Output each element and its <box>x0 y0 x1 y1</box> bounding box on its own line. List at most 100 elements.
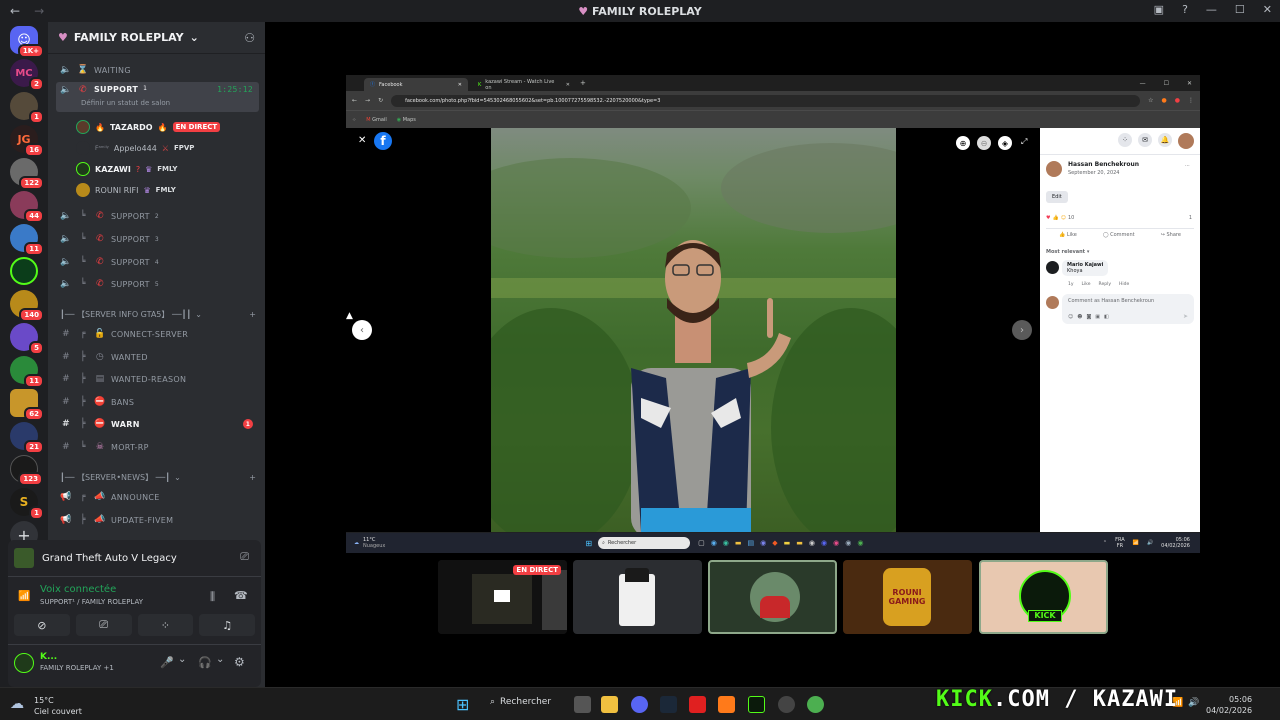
minimize-button[interactable]: — <box>1206 3 1217 16</box>
forward-arrow-icon[interactable]: → <box>365 97 370 104</box>
weather-widget[interactable]: 15°C Ciel couvert <box>34 695 82 717</box>
close-tab-icon[interactable]: ✕ <box>458 82 462 88</box>
comment-input[interactable]: Comment as Hassan Benchekroun ☺ ☻ ◙ ▣ ◧ ➤ <box>1062 294 1194 324</box>
file-explorer-icon[interactable] <box>601 696 618 713</box>
add-channel-icon[interactable]: + <box>249 310 256 319</box>
chrome-icon[interactable]: ◉ <box>857 539 863 547</box>
taskbar-search[interactable]: ⌕ Rechercher <box>490 697 551 707</box>
sticker-icon[interactable]: ◧ <box>1104 314 1109 320</box>
inbox-icon[interactable]: ▣ <box>1154 3 1164 16</box>
server-icon-rouni[interactable]: 140 <box>10 290 44 322</box>
server-icon-9[interactable]: 5 <box>10 323 44 355</box>
camera-off-button[interactable]: ⊘ <box>14 614 70 636</box>
help-icon[interactable]: ? <box>1182 3 1188 16</box>
add-channel-icon[interactable]: + <box>249 473 256 482</box>
channel-wanted[interactable]: # ╞ ◷ WANTED <box>56 347 259 367</box>
channel-mort-rp[interactable]: # ╘ ☠ MORT-RP <box>56 437 259 457</box>
notifications-icon[interactable]: 🔔 <box>1158 133 1172 147</box>
category-server-info[interactable]: ┃── 【SERVER INFO GTA5】 ──┃┃ ⌄ + <box>60 309 260 320</box>
server-icon-10[interactable]: 11 <box>10 356 44 388</box>
avatar-sticker-icon[interactable]: ☺ <box>1068 314 1073 320</box>
close-icon[interactable]: ✕ <box>358 135 366 146</box>
commenter-avatar[interactable] <box>1046 261 1059 274</box>
voice-member[interactable]: 🔥 TAZARDO 🔥 EN DIRECT <box>76 120 221 134</box>
chrome-icon[interactable] <box>807 696 824 713</box>
voice-member[interactable]: ROUNI RIFI ♛ FMLY <box>76 183 176 197</box>
channel-waiting[interactable]: 🔈 ⌛ WAITING <box>56 60 259 80</box>
voice-status[interactable]: Voix connectée <box>40 584 116 595</box>
reactions-summary[interactable]: ♥ 👍 ☺ 10 <box>1046 215 1074 221</box>
profile-icon[interactable]: ● <box>1175 97 1180 104</box>
folder-icon[interactable]: ▬ <box>796 539 803 547</box>
channel-announce[interactable]: 📢 ╒ 📣 ANNOUNCE <box>56 487 259 507</box>
copilot-icon[interactable]: ◉ <box>711 539 717 547</box>
back-arrow-icon[interactable]: ← <box>352 97 357 104</box>
tag-icon[interactable]: ◈ <box>998 136 1012 150</box>
tab-kick[interactable]: K kazawi Stream - Watch Live on ✕ <box>472 78 576 91</box>
server-icon-6[interactable]: 11 <box>10 224 44 256</box>
comment-like-link[interactable]: Like <box>1082 282 1091 287</box>
channel-status[interactable]: Définir un statut de salon <box>81 99 170 107</box>
activities-button[interactable]: ⁘ <box>137 614 194 636</box>
zoom-in-icon[interactable]: ⊕ <box>956 136 970 150</box>
back-arrow-icon[interactable]: ← <box>10 4 20 18</box>
store-icon[interactable]: ▤ <box>748 539 755 547</box>
disconnect-icon[interactable]: ☎ <box>234 589 248 602</box>
channel-support-3[interactable]: 🔈 ╘ ✆ SUPPORT 3 <box>56 229 259 249</box>
stream-settings-icon[interactable]: ⎚ <box>240 550 249 564</box>
server-icon-13[interactable]: 123 <box>10 455 43 486</box>
channel-support-2[interactable]: 🔈 ╘ ✆ SUPPORT 2 <box>56 206 259 226</box>
tab-facebook[interactable]: ⓕ Facebook ✕ <box>364 78 468 91</box>
direct-messages-icon[interactable]: ☺ 1K+ <box>10 26 44 58</box>
channel-wanted-reason[interactable]: # ╞ ▤ WANTED-REASON <box>56 369 259 389</box>
forward-arrow-icon[interactable]: → <box>34 4 44 18</box>
channel-support-1[interactable]: 🔈 ✆ SUPPORT 1 1:25:12 Définir un statut de… <box>56 82 259 112</box>
volume-icon[interactable]: 🔊 <box>1147 540 1153 546</box>
settings-gear-icon[interactable]: ⚙ <box>234 655 245 669</box>
edit-button[interactable]: Edit <box>1046 191 1068 203</box>
server-icon-12[interactable]: 21 <box>10 422 44 454</box>
voice-channel[interactable]: SUPPORT¹ / FAMILY ROLEPLAY <box>40 598 143 606</box>
language-indicator[interactable]: FRA FR <box>1115 537 1125 549</box>
zoom-out-icon[interactable]: ⊖ <box>977 136 991 150</box>
steam-icon[interactable]: ◉ <box>845 539 851 547</box>
reload-icon[interactable]: ↻ <box>378 97 383 104</box>
taskview-icon[interactable]: ▢ <box>698 539 705 547</box>
steam-icon[interactable] <box>660 696 677 713</box>
server-header[interactable]: ♥ FAMILY ROLEPLAY ⌄ ⚇ <box>48 22 265 54</box>
inner-clock[interactable]: 05:06 04/02/2026 <box>1161 537 1190 549</box>
channel-connect-server[interactable]: # ╒ 🔓 CONNECT-SERVER <box>56 324 259 344</box>
apps-grid-icon[interactable]: ⁘ <box>352 117 356 123</box>
server-icon-11[interactable]: 62 <box>10 389 44 421</box>
channel-update-fivem[interactable]: 📢 ╞ 📣 UPDATE-FIVEM <box>56 510 259 530</box>
inner-search-box[interactable]: ⌕ Rechercher <box>598 537 691 549</box>
channel-support-5[interactable]: 🔈 ╘ ✆ SUPPORT 5 <box>56 274 259 294</box>
emoji-icon[interactable]: ☻ <box>1077 314 1082 320</box>
author-avatar[interactable] <box>1046 161 1062 177</box>
discord-icon[interactable] <box>631 696 648 713</box>
server-icon-5[interactable]: 44 <box>10 191 44 223</box>
brave-icon[interactable]: ◆ <box>772 539 777 547</box>
post-author[interactable]: Hassan Benchekroun <box>1068 161 1139 168</box>
notes-icon[interactable]: ▬ <box>784 539 791 547</box>
url-field[interactable]: facebook.com/photo.php?fbid=545302468055… <box>391 94 1141 107</box>
voice-member[interactable]: KAZAWI ? ♛ FMLY <box>76 162 177 176</box>
bookmark-gmail[interactable]: M Gmail <box>366 117 387 123</box>
discord-icon[interactable]: ◉ <box>821 539 827 547</box>
extension-icon[interactable]: ● <box>1162 97 1167 104</box>
messenger-icon[interactable]: ✉ <box>1138 133 1152 147</box>
teams-icon[interactable]: ◉ <box>760 539 766 547</box>
headphones-icon[interactable]: 🎧 <box>198 656 212 669</box>
microphone-icon[interactable]: 🎤 <box>160 656 174 669</box>
fullscreen-icon[interactable]: ⤢ <box>1021 137 1027 147</box>
wifi-icon[interactable]: 📶 <box>1133 540 1139 546</box>
stream-thumbnail-3[interactable] <box>708 560 837 634</box>
server-icon-mc[interactable]: MC 2 <box>10 59 44 91</box>
comments-count[interactable]: 1 <box>1189 215 1192 221</box>
facebook-logo-icon[interactable]: f <box>374 132 392 150</box>
taskview-icon[interactable] <box>574 696 591 713</box>
activity-row[interactable]: Grand Theft Auto V Legacy <box>14 548 177 568</box>
close-button[interactable]: ✕ <box>1263 3 1272 16</box>
like-button[interactable]: 👍 Like <box>1059 232 1077 238</box>
tray-chevron-icon[interactable]: ⌃ <box>1103 540 1107 546</box>
